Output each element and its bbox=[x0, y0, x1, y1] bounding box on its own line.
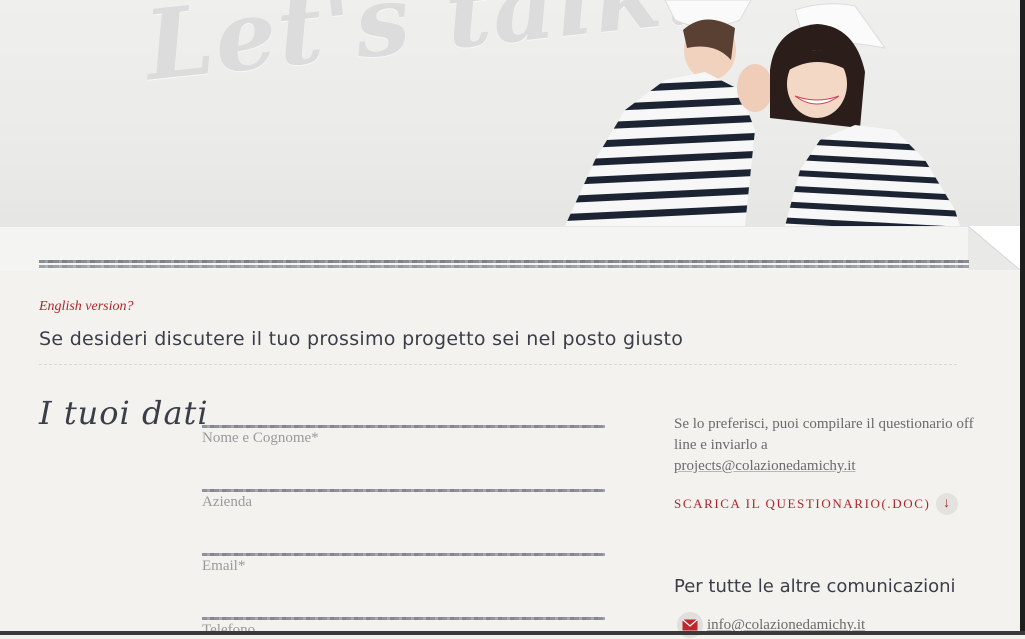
english-version-link[interactable]: English version? bbox=[39, 299, 134, 315]
download-questionnaire-button[interactable]: SCARICA IL QUESTIONARIO(.DOC) ↓ bbox=[674, 493, 959, 515]
projects-email-link[interactable]: projects@colazionedamichy.it bbox=[674, 458, 856, 474]
other-communications-title: Per tutte le altre comunicazioni bbox=[674, 576, 956, 597]
field-label: Nome e Cognome* bbox=[202, 430, 319, 446]
field-input-line[interactable] bbox=[202, 425, 605, 428]
download-label: SCARICA IL QUESTIONARIO(.DOC) bbox=[674, 496, 931, 511]
field-input-line[interactable] bbox=[202, 489, 605, 492]
field-phone[interactable]: Telefono bbox=[202, 617, 605, 639]
offline-note: Se lo preferisci, puoi compilare il ques… bbox=[674, 414, 974, 477]
bottom-bar bbox=[0, 631, 1025, 635]
offline-note-text: Se lo preferisci, puoi compilare il ques… bbox=[674, 416, 974, 453]
field-input-line[interactable] bbox=[202, 553, 605, 556]
double-rule-bottom bbox=[39, 265, 969, 268]
page-subtitle: Se desideri discutere il tuo prossimo pr… bbox=[39, 328, 684, 350]
section-title: I tuoi dati bbox=[39, 394, 209, 432]
field-input-line[interactable] bbox=[202, 617, 605, 620]
arrow-down-icon: ↓ bbox=[936, 493, 959, 515]
field-company[interactable]: Azienda bbox=[202, 489, 605, 511]
divider bbox=[39, 364, 957, 365]
hero-photo bbox=[565, 0, 960, 226]
folded-corner bbox=[968, 226, 1020, 270]
field-label: Azienda bbox=[202, 494, 252, 510]
field-label: Email* bbox=[202, 558, 246, 574]
double-rule-top bbox=[39, 260, 969, 263]
hero-banner: Let's talk! bbox=[0, 0, 1020, 226]
field-email[interactable]: Email* bbox=[202, 553, 605, 575]
field-name[interactable]: Nome e Cognome* bbox=[202, 425, 605, 447]
page-edge bbox=[1020, 0, 1025, 635]
